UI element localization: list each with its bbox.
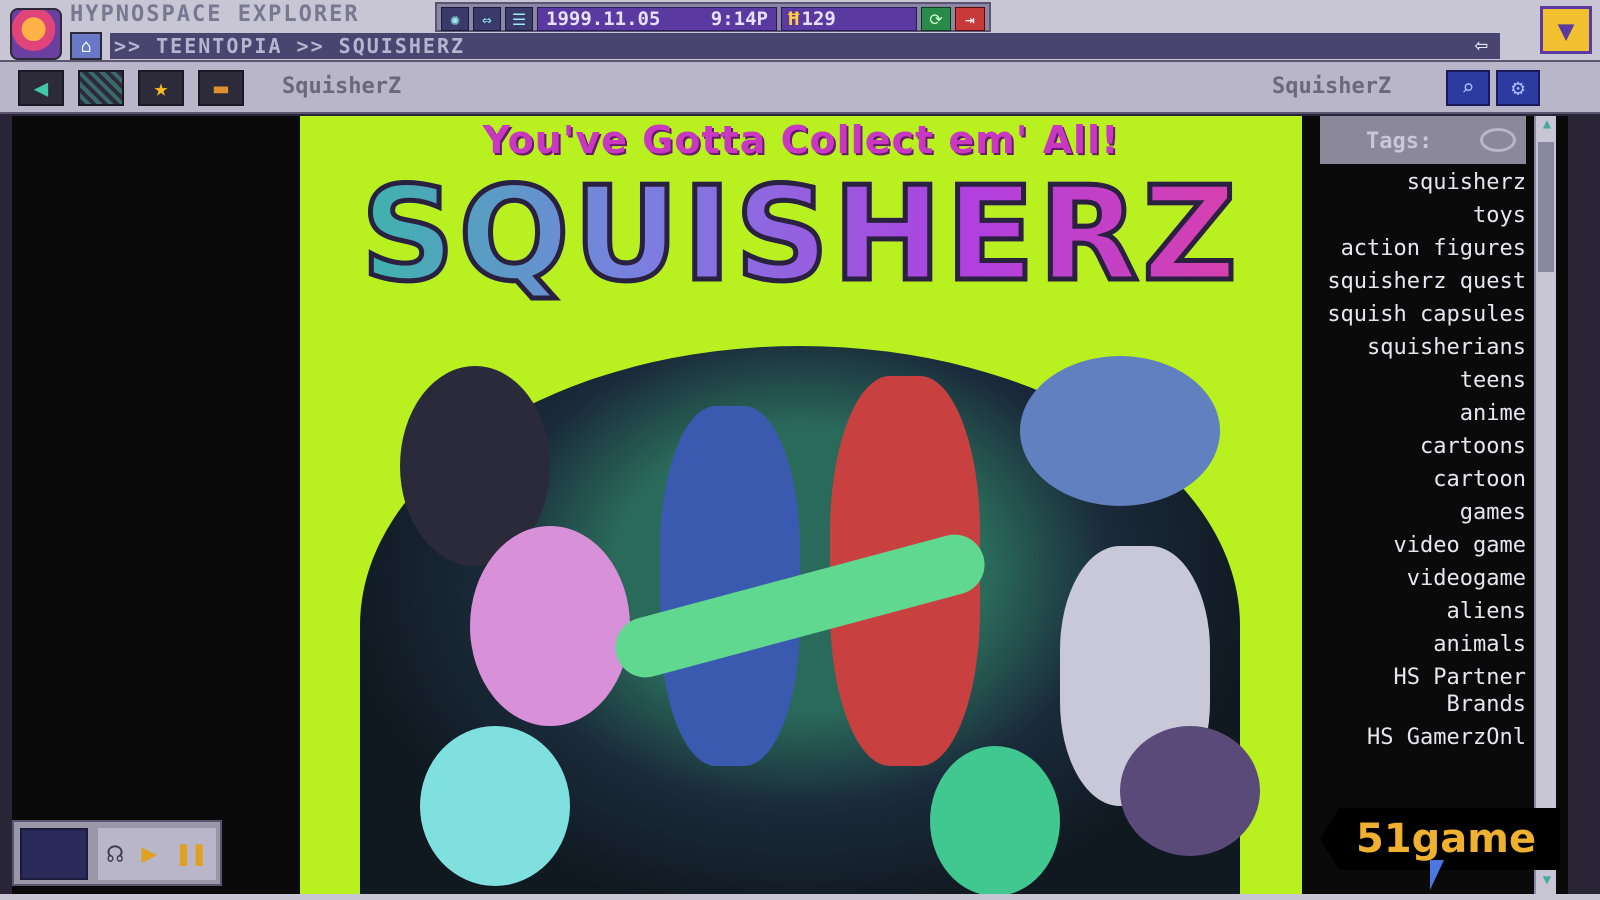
- eye-icon[interactable]: [1480, 128, 1516, 152]
- bottom-border: [0, 894, 1600, 900]
- home-button[interactable]: ⌂: [70, 32, 102, 60]
- breadcrumb-text: >> TEENTOPIA >> SQUISHERZ: [114, 34, 466, 58]
- date-time-display: 1999.11.05 9:14P: [537, 7, 777, 31]
- page-name-left: SquisherZ: [282, 74, 402, 99]
- tag-item[interactable]: action figures: [1310, 232, 1526, 265]
- tags-header-label: Tags:: [1366, 129, 1433, 154]
- cat-creature-shape: [1120, 726, 1260, 856]
- navigation-toolbar: ◀ ★ ▬ SquisherZ SquisherZ ⌕ ⚙: [0, 62, 1600, 114]
- tags-panel: Tags: squisherz toys action figures squi…: [1302, 116, 1568, 894]
- transfer-icon[interactable]: ⇔: [473, 7, 501, 31]
- tag-item[interactable]: HS GamerzOnl: [1310, 721, 1526, 754]
- title-bar: HYPNOSPACE EXPLORER ⌂ >> TEENTOPIA >> SQ…: [0, 0, 1600, 62]
- squisherz-logo: SQUISHERZ: [300, 156, 1302, 313]
- scroll-up-icon[interactable]: ▲: [1536, 116, 1558, 138]
- favorites-button[interactable]: ★: [138, 70, 184, 106]
- goblin-shape: [930, 746, 1060, 894]
- tags-header: Tags:: [1320, 116, 1526, 164]
- tags-list: squisherz toys action figures squisherz …: [1310, 166, 1526, 754]
- home-icon: ⌂: [80, 35, 92, 57]
- refresh-icon[interactable]: ⟳: [921, 7, 951, 31]
- time-text: 9:14P: [710, 8, 768, 30]
- banner-tagline: You've Gotta Collect em' All!: [482, 118, 1120, 162]
- tag-item[interactable]: video game: [1310, 529, 1526, 562]
- back-button[interactable]: ◀: [18, 70, 64, 106]
- mouse-cursor-icon: [1430, 860, 1444, 890]
- settings-icon[interactable]: ✺: [441, 7, 469, 31]
- scrollbar-thumb[interactable]: [1538, 142, 1554, 272]
- banner-artwork: [360, 346, 1260, 894]
- minimize-icon: ▼: [1557, 13, 1575, 47]
- tag-item[interactable]: toys: [1310, 199, 1526, 232]
- list-icon[interactable]: ☰: [505, 7, 533, 31]
- tag-item[interactable]: cartoon: [1310, 463, 1526, 496]
- gavel-icon: ▬: [213, 74, 229, 102]
- page-viewport: You've Gotta Collect em' All! SQUISHERZ …: [12, 116, 1568, 894]
- squisherz-banner[interactable]: You've Gotta Collect em' All! SQUISHERZ: [300, 116, 1302, 894]
- tag-item[interactable]: squisherz quest: [1310, 265, 1526, 298]
- slime-creature-shape: [420, 726, 570, 886]
- exit-icon[interactable]: ⇥: [955, 7, 985, 31]
- return-arrow-icon[interactable]: ⇦: [1475, 33, 1490, 59]
- search-icon: ⌕: [1461, 75, 1475, 101]
- enforcer-button[interactable]: ▬: [198, 70, 244, 106]
- tag-item[interactable]: cartoons: [1310, 430, 1526, 463]
- status-bar: ✺ ⇔ ☰ 1999.11.05 9:14P Ħ 129 ⟳ ⇥: [435, 2, 991, 32]
- coin-icon: Ħ: [788, 8, 800, 30]
- search-button[interactable]: ⌕: [1446, 70, 1490, 106]
- app-title: HYPNOSPACE EXPLORER: [70, 2, 360, 27]
- dragon-monster-shape: [1020, 356, 1220, 506]
- tag-item[interactable]: aliens: [1310, 595, 1526, 628]
- tag-item[interactable]: teens: [1310, 364, 1526, 397]
- pink-bunny-shape: [470, 526, 630, 726]
- minimize-button[interactable]: ▼: [1540, 6, 1592, 54]
- tag-item[interactable]: squish capsules: [1310, 298, 1526, 331]
- tag-item[interactable]: squisherians: [1310, 331, 1526, 364]
- date-text: 1999.11.05: [546, 8, 661, 30]
- player-controls: ☊ ▶ ❚❚: [98, 828, 216, 880]
- page-name-right: SquisherZ: [1272, 74, 1392, 99]
- robot-icon: ⚙: [1511, 75, 1525, 101]
- tag-item[interactable]: HS Partner Brands: [1310, 661, 1526, 721]
- left-pane: [12, 116, 300, 894]
- tag-item[interactable]: anime: [1310, 397, 1526, 430]
- music-player: ☊ ▶ ❚❚: [12, 820, 222, 886]
- breadcrumb: >> TEENTOPIA >> SQUISHERZ ⇦: [110, 33, 1500, 59]
- vertical-scrollbar[interactable]: ▲ ▼: [1534, 116, 1556, 894]
- tag-item[interactable]: squisherz: [1310, 166, 1526, 199]
- headphones-icon[interactable]: ☊: [107, 839, 123, 869]
- coin-count: 129: [801, 8, 836, 30]
- tag-item[interactable]: games: [1310, 496, 1526, 529]
- back-arrow-icon: ◀: [33, 74, 49, 102]
- pattern-button[interactable]: [78, 70, 124, 106]
- scroll-down-icon[interactable]: ▼: [1536, 872, 1558, 894]
- mod-button[interactable]: ⚙: [1496, 70, 1540, 106]
- tag-item[interactable]: videogame: [1310, 562, 1526, 595]
- app-logo-icon[interactable]: [10, 8, 62, 60]
- star-icon: ★: [153, 74, 169, 102]
- play-icon[interactable]: ▶: [141, 839, 157, 869]
- pause-icon[interactable]: ❚❚: [175, 839, 206, 869]
- hypnocoin-counter: Ħ 129: [781, 7, 917, 31]
- tag-item[interactable]: animals: [1310, 628, 1526, 661]
- player-screen: [20, 828, 88, 880]
